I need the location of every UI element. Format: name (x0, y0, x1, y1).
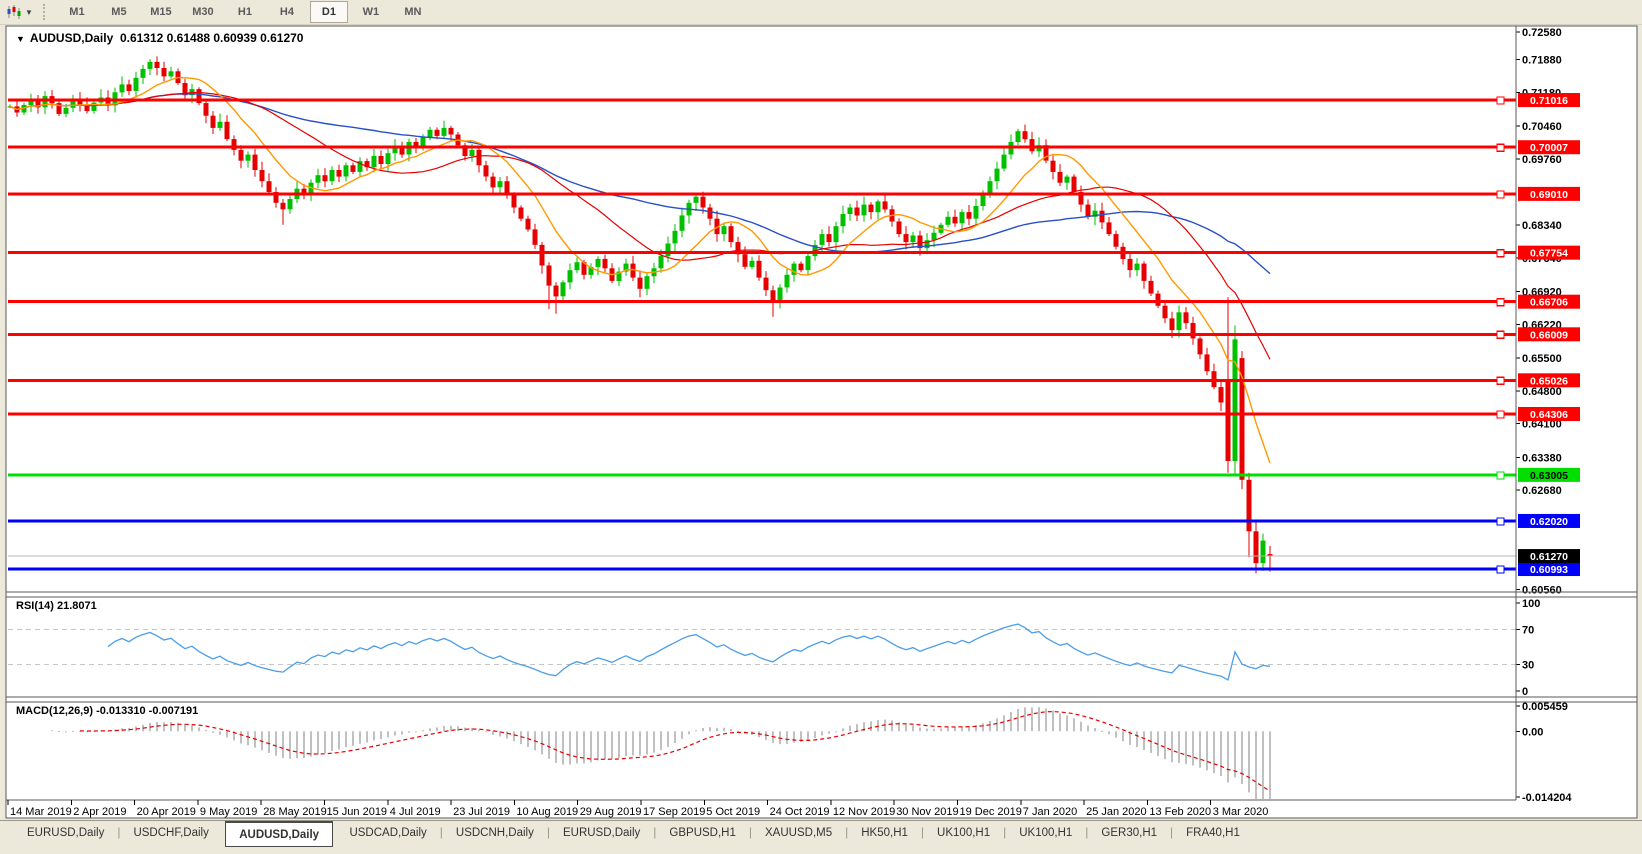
rsi-tick-label: 100 (1522, 598, 1540, 610)
chart-window: 0.725800.718800.711800.704600.697600.683… (0, 24, 1642, 820)
date-label: 20 Apr 2019 (137, 806, 196, 818)
chart-tab-usdchf-daily[interactable]: USDCHF,Daily (120, 822, 221, 844)
dropdown-caret-icon: ▼ (25, 8, 33, 17)
level-drag-handle[interactable] (1497, 377, 1504, 384)
chart-tab-eurusd-daily[interactable]: EURUSD,Daily (14, 822, 117, 844)
date-label: 28 May 2019 (263, 806, 327, 818)
price-tick-label: 0.62680 (1522, 485, 1562, 497)
chart-tab-eurusd-daily[interactable]: EURUSD,Daily (550, 822, 653, 844)
level-drag-handle[interactable] (1497, 191, 1504, 198)
chart-tab-fra40-h1[interactable]: FRA40,H1 (1173, 822, 1253, 844)
timeframe-button-H1[interactable]: H1 (226, 1, 264, 23)
price-tick-label: 0.70460 (1522, 121, 1562, 133)
macd-tick-label: 0.00 (1522, 726, 1543, 738)
chart-tab-xauusd-m5[interactable]: XAUUSD,M5 (752, 822, 845, 844)
level-drag-handle[interactable] (1497, 518, 1504, 525)
price-level-badge-label: 0.70007 (1530, 142, 1568, 154)
date-label: 17 Sep 2019 (643, 806, 705, 818)
date-label: 5 Oct 2019 (706, 806, 760, 818)
price-level-badge-label: 0.66706 (1530, 297, 1568, 309)
rsi-tick-label: 70 (1522, 624, 1534, 636)
toolbar-grip-handle[interactable] (43, 4, 48, 20)
price-tick-label: 0.68340 (1522, 220, 1562, 232)
rsi-tick-label: 0 (1522, 686, 1528, 698)
date-label: 10 Aug 2019 (516, 806, 578, 818)
price-level-badge-label: 0.63005 (1530, 470, 1568, 482)
chart-tab-audusd-daily[interactable]: AUDUSD,Daily (225, 821, 333, 847)
level-drag-handle[interactable] (1497, 411, 1504, 418)
level-drag-handle[interactable] (1497, 331, 1504, 338)
timeframes-toolbar: ▼ M1M5M15M30H1H4D1W1MN (0, 0, 1642, 25)
price-tick-label: 0.71880 (1522, 55, 1562, 67)
date-label: 29 Aug 2019 (580, 806, 642, 818)
price-tick-label: 0.60560 (1522, 584, 1562, 596)
chart-window-frame (6, 26, 1637, 818)
mt4-terminal: ▼ M1M5M15M30H1H4D1W1MN 0.72580 0.71880 0.7… (0, 0, 1642, 854)
level-drag-handle[interactable] (1497, 144, 1504, 151)
chart-tools-button[interactable]: ▼ (0, 0, 37, 24)
date-label: 24 Oct 2019 (770, 806, 830, 818)
date-label: 19 Dec 2019 (960, 806, 1022, 818)
price-tick-label: 0.63380 (1522, 452, 1562, 464)
chart-tab-uk100-h1[interactable]: UK100,H1 (924, 822, 1003, 844)
timeframe-button-M30[interactable]: M30 (184, 1, 222, 23)
date-label: 13 Feb 2020 (1149, 806, 1211, 818)
date-label: 7 Jan 2020 (1023, 806, 1077, 818)
date-label: 25 Jan 2020 (1086, 806, 1147, 818)
price-level-badge-label: 0.60993 (1530, 564, 1568, 576)
price-tick-label: 0.72580 (1522, 27, 1562, 39)
chart-tab-usdcad-daily[interactable]: USDCAD,Daily (336, 822, 439, 844)
current-price-badge-label: 0.61270 (1530, 551, 1568, 563)
timeframe-button-M5[interactable]: M5 (100, 1, 138, 23)
price-level-badge-label: 0.67754 (1530, 248, 1568, 260)
timeframe-button-MN[interactable]: MN (394, 1, 432, 23)
price-level-badge-label: 0.71016 (1530, 95, 1568, 107)
price-level-badge-label: 0.65026 (1530, 375, 1568, 387)
price-tick-label: 0.65500 (1522, 353, 1562, 365)
date-label: 12 Nov 2019 (833, 806, 895, 818)
level-drag-handle[interactable] (1497, 97, 1504, 104)
date-label: 9 May 2019 (200, 806, 257, 818)
chart-tab-hk50-h1[interactable]: HK50,H1 (848, 822, 921, 844)
date-label: 30 Nov 2019 (896, 806, 958, 818)
level-drag-handle[interactable] (1497, 299, 1504, 306)
timeframe-button-W1[interactable]: W1 (352, 1, 390, 23)
chart-tab-usdcnh-daily[interactable]: USDCNH,Daily (443, 822, 547, 844)
macd-tick-label: -0.014204 (1522, 792, 1572, 804)
timeframe-button-H4[interactable]: H4 (268, 1, 306, 23)
chart-canvas[interactable]: 0.725800.718800.711800.704600.697600.683… (0, 24, 1642, 820)
date-label: 3 Mar 2020 (1213, 806, 1269, 818)
price-tick-label: 0.69760 (1522, 154, 1562, 166)
chart-tab-uk100-h1[interactable]: UK100,H1 (1006, 822, 1085, 844)
rsi-tick-label: 30 (1522, 660, 1534, 672)
date-label: 15 Jun 2019 (327, 806, 388, 818)
macd-tick-label: 0.005459 (1522, 701, 1568, 713)
level-drag-handle[interactable] (1497, 566, 1504, 573)
price-level-badge-label: 0.69010 (1530, 189, 1568, 201)
date-label: 2 Apr 2019 (73, 806, 126, 818)
timeframe-buttons: M1M5M15M30H1H4D1W1MN (56, 1, 434, 23)
date-label: 14 Mar 2019 (10, 806, 72, 818)
chart-tabs-bar: EURUSD,Daily|USDCHF,Daily AUDUSD,Daily U… (0, 820, 1642, 854)
level-drag-handle[interactable] (1497, 250, 1504, 257)
date-label: 23 Jul 2019 (453, 806, 510, 818)
price-level-badge-label: 0.66009 (1530, 329, 1568, 341)
timeframe-button-M1[interactable]: M1 (58, 1, 96, 23)
candlestick-chart-icon (6, 4, 22, 20)
price-tick-label: 0.64800 (1522, 386, 1562, 398)
level-drag-handle[interactable] (1497, 472, 1504, 479)
price-level-badge-label: 0.62020 (1530, 516, 1568, 528)
chart-tab-gbpusd-h1[interactable]: GBPUSD,H1 (656, 822, 748, 844)
timeframe-button-M15[interactable]: M15 (142, 1, 180, 23)
price-level-badge-label: 0.64306 (1530, 409, 1568, 421)
timeframe-button-D1[interactable]: D1 (310, 1, 348, 23)
chart-tab-ger30-h1[interactable]: GER30,H1 (1088, 822, 1170, 844)
date-label: 4 Jul 2019 (390, 806, 441, 818)
